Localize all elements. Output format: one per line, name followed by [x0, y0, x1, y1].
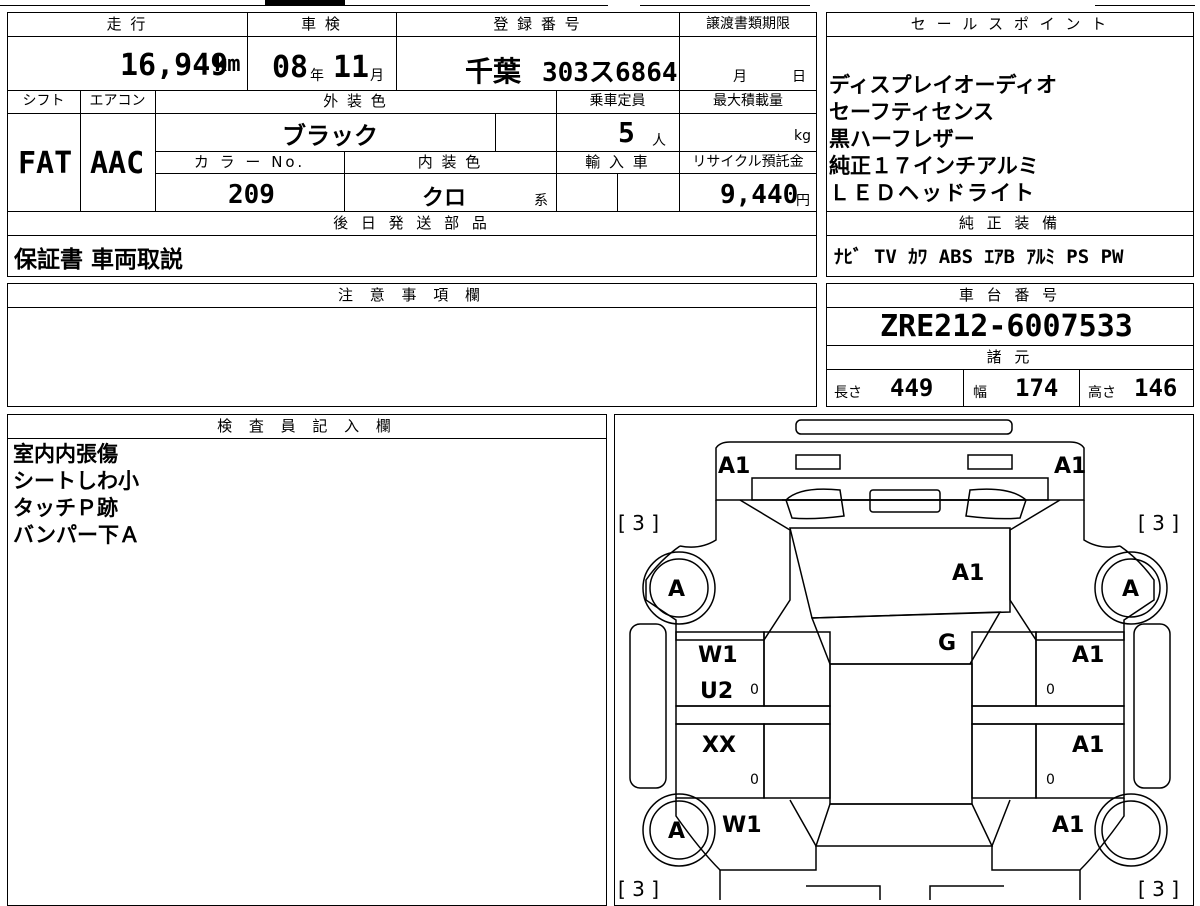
interior-suffix: 系: [534, 193, 548, 209]
top-cropped-strip: [0, 0, 1200, 7]
transfer-deadline-label: 譲渡書類期限: [706, 16, 790, 32]
mark-front-left-corner: A1: [718, 454, 750, 479]
mark-front-right-corner: A1: [1054, 454, 1086, 479]
inspector-label: 検 査 員 記 入 欄: [217, 417, 397, 435]
capacity-value: 5: [618, 116, 635, 149]
sales-points-label: セ ー ル ス ポ イ ン ト: [910, 15, 1110, 33]
car-diagram: A1 A1 A1 G W1 U2 XX W1 A1 A1 A1 A A A [ …: [618, 419, 1179, 900]
mark-wheel-fl: A: [668, 577, 685, 602]
inspection-label: 車 検: [301, 15, 342, 33]
sales-point: セーフティセンス: [829, 100, 995, 124]
chassis-number: ZRE212-6007533: [880, 309, 1133, 344]
color-no-label: カ ラ ー No.: [193, 153, 306, 171]
equipment-items: ﾅﾋﾞ TV ｶﾜ ABS ｴｱB ｱﾙﾐ PS PW: [834, 246, 1124, 268]
width-label: 幅: [973, 385, 987, 401]
exterior-color-value: ブラック: [282, 122, 378, 150]
deadline-month-unit: 月: [733, 69, 747, 85]
mark-rear-left-fender: W1: [722, 813, 762, 838]
mark-hood: A1: [952, 561, 984, 586]
mark-zero: 0: [1046, 682, 1055, 698]
mark-front-left-door-2: U2: [700, 679, 733, 704]
height-label: 高さ: [1088, 385, 1116, 401]
mark-front-right-door: A1: [1072, 643, 1104, 668]
mark-rear-right-fender: A1: [1052, 813, 1084, 838]
inspector-comment: 室内内張傷: [13, 442, 118, 466]
registration-label: 登 録 番 号: [493, 15, 582, 33]
mark-tire-fl: [ 3 ]: [618, 511, 659, 535]
length-label: 長さ: [834, 385, 862, 401]
inspection-month: 11: [333, 50, 370, 85]
max-load-unit: kg: [794, 128, 811, 144]
capacity-label: 乗車定員: [589, 93, 646, 109]
plate-number: 303ス6864: [542, 58, 678, 88]
shift-label: シフト: [22, 93, 65, 109]
mark-zero: 0: [750, 772, 759, 788]
sales-point: 純正１７インチアルミ: [829, 154, 1039, 178]
notes-label: 注 意 事 項 欄: [337, 286, 487, 304]
later-parts-value: 保証書 車両取説: [14, 247, 184, 273]
max-load-label: 最大積載量: [713, 93, 783, 109]
mark-front-left-door: W1: [698, 643, 738, 668]
mark-zero: 0: [1046, 772, 1055, 788]
interior-color-value: クロ: [422, 186, 467, 211]
mark-zero: 0: [750, 682, 759, 698]
sales-point: 黒ハーフレザー: [829, 127, 975, 151]
sales-point: ディスプレイオーディオ: [829, 73, 1058, 97]
length-value: 449: [890, 374, 934, 402]
mileage-unit: km: [214, 52, 241, 77]
exterior-color-label: 外 装 色: [323, 92, 388, 110]
width-value: 174: [1015, 374, 1059, 402]
chassis-label: 車 台 番 号: [958, 286, 1062, 304]
sales-point: ＬＥＤヘッドライト: [829, 181, 1036, 205]
ac-label: エアコン: [89, 93, 146, 109]
sales-points-list: ディスプレイオーディオ セーフティセンス 黒ハーフレザー 純正１７インチアルミ …: [829, 72, 1189, 207]
shift-value: FAT: [18, 146, 73, 181]
mark-tire-rr: [ 3 ]: [1138, 877, 1179, 900]
recycle-fee: 9,440: [720, 180, 799, 210]
ac-value: AAC: [90, 146, 145, 181]
mark-rear-right-door: A1: [1072, 733, 1104, 758]
mark-tire-fr: [ 3 ]: [1138, 511, 1179, 535]
inspector-comments: 室内内張傷 シートしわ小 タッチＰ跡 バンパー下Ａ: [13, 441, 593, 549]
deadline-day-unit: 日: [792, 69, 806, 85]
inspector-comment: シートしわ小: [13, 469, 139, 493]
import-label: 輸 入 車: [585, 153, 650, 171]
mileage-label: 走 行: [106, 15, 148, 33]
recycle-label: リサイクル預託金: [692, 154, 804, 170]
mark-wheel-rl: A: [668, 819, 685, 844]
equipment-label: 純 正 装 備: [958, 214, 1062, 232]
specs-label: 諸 元: [986, 348, 1034, 366]
capacity-unit: 人: [652, 133, 666, 149]
recycle-unit: 円: [796, 193, 810, 209]
later-parts-label: 後 日 発 送 部 品: [333, 214, 491, 232]
mark-tire-rl: [ 3 ]: [618, 877, 659, 900]
interior-color-label: 内 装 色: [417, 153, 483, 171]
mark-wheel-fr: A: [1122, 577, 1139, 602]
mileage-value: 16,949: [120, 48, 229, 83]
color-no-value: 209: [228, 180, 275, 210]
inspection-year: 08: [272, 50, 309, 85]
height-value: 146: [1134, 374, 1178, 402]
year-unit: 年: [310, 68, 324, 84]
month-unit: 月: [370, 68, 384, 84]
mark-windshield: G: [938, 631, 956, 656]
inspector-comment: タッチＰ跡: [13, 496, 118, 520]
inspector-comment: バンパー下Ａ: [13, 523, 141, 547]
mark-rear-left-door: XX: [702, 733, 736, 758]
plate-region: 千葉: [465, 55, 522, 88]
